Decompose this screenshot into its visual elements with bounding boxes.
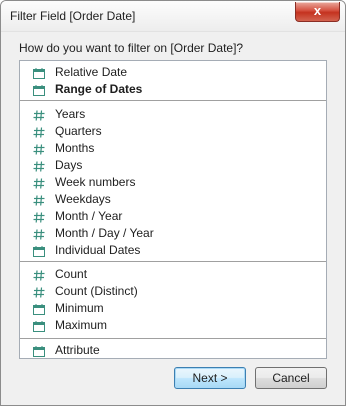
title-bar: Filter Field [Order Date] x — [1, 1, 345, 32]
hash-icon — [33, 126, 45, 138]
list-item-label: Months — [55, 141, 95, 155]
hash-icon — [33, 160, 45, 172]
list-item[interactable]: Weekdays — [20, 191, 326, 208]
list-group: Attribute — [20, 339, 326, 361]
list-group: Years Quarters Months Days Week numbers Weekd… — [20, 101, 326, 262]
list-item[interactable]: Months — [20, 140, 326, 157]
list-item[interactable]: Relative Date — [20, 64, 326, 81]
hash-icon — [33, 177, 45, 189]
list-item-label: Quarters — [55, 124, 102, 138]
list-item-label: Relative Date — [55, 65, 128, 79]
cancel-button[interactable]: Cancel — [255, 367, 327, 389]
hash-icon — [33, 269, 45, 281]
list-item[interactable]: Week numbers — [20, 174, 326, 191]
list-item-label: Weekdays — [55, 192, 111, 206]
list-item-label: Days — [55, 158, 83, 172]
list-item[interactable]: Count — [20, 266, 326, 283]
list-item-label: Week numbers — [55, 175, 136, 189]
calendar-icon — [33, 245, 45, 257]
list-group: Relative Date Range of Dates — [20, 61, 326, 101]
dialog-title: Filter Field [Order Date] — [10, 9, 136, 23]
close-icon: x — [313, 3, 322, 18]
list-item[interactable]: Attribute — [20, 342, 326, 359]
list-item[interactable]: Count (Distinct) — [20, 283, 326, 300]
close-button[interactable]: x — [295, 2, 340, 22]
list-item-label: Maximum — [55, 318, 108, 332]
list-item[interactable]: Individual Dates — [20, 242, 326, 259]
hash-icon — [33, 228, 45, 240]
list-item-label: Range of Dates — [55, 82, 143, 96]
list-item[interactable]: Range of Dates — [20, 81, 326, 98]
list-item-label: Month / Year — [55, 209, 123, 223]
list-item[interactable]: Days — [20, 157, 326, 174]
list-item-label: Attribute — [55, 343, 100, 357]
list-item[interactable]: Quarters — [20, 123, 326, 140]
filter-field-dialog: Filter Field [Order Date] x How do you w… — [0, 0, 346, 406]
hash-icon — [33, 194, 45, 206]
calendar-icon — [33, 67, 45, 79]
next-button[interactable]: Next > — [174, 367, 246, 389]
hash-icon — [33, 109, 45, 121]
list-item-label: Count (Distinct) — [55, 284, 138, 298]
calendar-icon — [33, 345, 45, 357]
list-item[interactable]: Minimum — [20, 300, 326, 317]
calendar-icon — [33, 303, 45, 315]
hash-icon — [33, 143, 45, 155]
list-item-label: Minimum — [55, 301, 104, 315]
list-item[interactable]: Years — [20, 106, 326, 123]
list-item[interactable]: Month / Year — [20, 208, 326, 225]
calendar-icon — [33, 320, 45, 332]
list-item-label: Month / Day / Year — [55, 226, 154, 240]
calendar-icon — [33, 84, 45, 96]
list-item-label: Count — [55, 267, 88, 281]
filter-prompt: How do you want to filter on [Order Date… — [19, 41, 244, 55]
hash-icon — [33, 286, 45, 298]
filter-type-list[interactable]: Relative Date Range of Dates Years Quarters… — [19, 60, 327, 359]
hash-icon — [33, 211, 45, 223]
list-item-label: Individual Dates — [55, 243, 141, 257]
list-item-label: Years — [55, 107, 86, 121]
list-item[interactable]: Month / Day / Year — [20, 225, 326, 242]
list-item[interactable]: Maximum — [20, 317, 326, 334]
list-group: Count Count (Distinct) Minimum Maximum — [20, 262, 326, 339]
